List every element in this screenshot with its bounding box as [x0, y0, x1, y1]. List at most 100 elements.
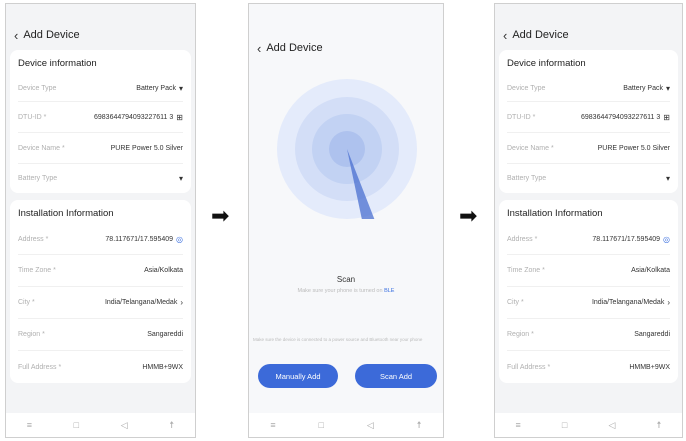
dtu-id-label: DTU-ID *: [507, 113, 536, 121]
menu-icon[interactable]: ≡: [270, 420, 275, 430]
back-nav-icon[interactable]: ◁: [608, 420, 615, 431]
page-title: Add Device: [266, 42, 323, 54]
battery-type-row[interactable]: Battery Type ▾: [507, 164, 670, 193]
full-address-label: Full Address *: [18, 363, 62, 371]
device-type-label: Device Type: [18, 84, 57, 92]
city-label: City *: [18, 299, 35, 306]
city-row[interactable]: City * India/Telangana/Medak ›: [507, 287, 670, 319]
address-value: 78.117671/17.595409: [105, 236, 174, 243]
device-type-row[interactable]: Device Type Battery Pack ▾: [18, 75, 183, 102]
back-icon[interactable]: ‹: [503, 28, 507, 43]
person-icon[interactable]: ☨: [657, 420, 662, 431]
device-name-label: Device Name *: [18, 144, 65, 152]
region-value: Sangareddi: [634, 331, 670, 338]
device-type-value: Battery Pack: [623, 84, 663, 92]
app-header: ‹ Add Device: [495, 20, 682, 50]
section-title: Device information: [18, 58, 97, 69]
battery-type-row[interactable]: Battery Type ▾: [18, 164, 183, 193]
flow-arrow-icon: ➡: [459, 203, 478, 228]
menu-icon[interactable]: ≡: [27, 420, 32, 430]
region-label: Region *: [507, 331, 534, 338]
address-row[interactable]: Address * 78.117671/17.595409 ◎: [507, 225, 670, 255]
time-zone-label: Time Zone *: [507, 267, 545, 274]
dtu-id-row[interactable]: DTU-ID * 6983644794093227611 3 ⊞: [18, 102, 183, 133]
device-information-card: Device information Device Type Battery P…: [499, 50, 678, 193]
region-row[interactable]: Region * Sangareddi: [18, 319, 183, 351]
system-nav-bar: ≡ □ ◁ ☨: [249, 413, 443, 437]
installation-information-card: Installation Information Address * 78.11…: [10, 200, 191, 383]
phone-screen-scan: ‹ Add Device Scan Make sure your phone i…: [248, 3, 444, 438]
address-row[interactable]: Address * 78.117671/17.595409 ◎: [18, 225, 183, 255]
dtu-id-label: DTU-ID *: [18, 113, 47, 121]
chevron-right-icon[interactable]: ›: [180, 298, 183, 307]
scan-label: Scan: [336, 275, 356, 284]
device-name-row[interactable]: Device Name * PURE Power 5.0 Silver: [507, 133, 670, 164]
back-icon[interactable]: ‹: [257, 41, 261, 56]
full-address-row[interactable]: Full Address * HMMB+9WX: [507, 351, 670, 383]
device-type-row[interactable]: Device Type Battery Pack ▾: [507, 75, 670, 102]
ble-link[interactable]: BLE: [384, 288, 394, 294]
dtu-id-value: 6983644794093227611 3: [581, 113, 661, 121]
manually-add-button[interactable]: Manually Add: [258, 364, 338, 388]
phone-screen-device-form: ‹ Add Device Device information Device T…: [5, 3, 196, 438]
status-bar: [6, 4, 195, 20]
battery-type-label: Battery Type: [18, 175, 58, 182]
home-icon[interactable]: □: [319, 420, 324, 430]
address-value: 78.117671/17.595409: [592, 236, 661, 243]
back-nav-icon[interactable]: ◁: [121, 420, 128, 431]
system-nav-bar: ≡ □ ◁ ☨: [6, 413, 195, 437]
device-name-value: PURE Power 5.0 Silver: [597, 144, 670, 152]
full-address-value: HMMB+9WX: [629, 363, 670, 371]
dtu-id-value: 6983644794093227611 3: [94, 113, 174, 121]
dropdown-icon[interactable]: ▾: [179, 174, 183, 183]
person-icon[interactable]: ☨: [169, 420, 174, 431]
address-label: Address *: [507, 236, 538, 243]
flow-arrow-icon: ➡: [211, 203, 230, 228]
time-zone-value: Asia/Kolkata: [631, 267, 670, 274]
time-zone-label: Time Zone *: [18, 267, 56, 274]
device-type-label: Device Type: [507, 84, 546, 92]
location-icon[interactable]: ◎: [176, 235, 183, 244]
time-zone-row[interactable]: Time Zone * Asia/Kolkata: [18, 255, 183, 287]
device-type-value: Battery Pack: [136, 84, 176, 92]
system-nav-bar: ≡ □ ◁ ☨: [495, 413, 682, 437]
scan-hint: Make sure your phone is turned on BLE: [249, 288, 443, 294]
address-label: Address *: [18, 236, 49, 243]
scan-add-button[interactable]: Scan Add: [355, 364, 437, 388]
city-value: India/Telangana/Medak: [591, 299, 665, 306]
person-icon[interactable]: ☨: [417, 420, 422, 431]
device-name-row[interactable]: Device Name * PURE Power 5.0 Silver: [18, 133, 183, 164]
battery-type-label: Battery Type: [507, 175, 547, 182]
back-nav-icon[interactable]: ◁: [367, 420, 374, 431]
section-title: Installation Information: [18, 208, 114, 219]
dropdown-icon[interactable]: ▾: [666, 174, 670, 183]
full-address-row[interactable]: Full Address * HMMB+9WX: [18, 351, 183, 383]
device-information-card: Device information Device Type Battery P…: [10, 50, 191, 193]
dtu-id-row[interactable]: DTU-ID * 6983644794093227611 3 ⊞: [507, 102, 670, 133]
home-icon[interactable]: □: [562, 420, 567, 430]
time-zone-value: Asia/Kolkata: [144, 267, 183, 274]
status-bar: [495, 4, 682, 20]
scan-code-icon[interactable]: ⊞: [663, 113, 670, 122]
dropdown-icon[interactable]: ▾: [179, 84, 183, 93]
app-header: ‹ Add Device: [249, 33, 443, 63]
menu-icon[interactable]: ≡: [516, 420, 521, 430]
region-label: Region *: [18, 331, 45, 338]
status-bar: [249, 4, 443, 20]
radar-scan-animation: [277, 79, 417, 219]
time-zone-row[interactable]: Time Zone * Asia/Kolkata: [507, 255, 670, 287]
scan-code-icon[interactable]: ⊞: [176, 113, 183, 122]
full-address-label: Full Address *: [507, 363, 551, 371]
region-row[interactable]: Region * Sangareddi: [507, 319, 670, 351]
page-title: Add Device: [512, 29, 569, 41]
home-icon[interactable]: □: [74, 420, 79, 430]
chevron-right-icon[interactable]: ›: [667, 298, 670, 307]
location-icon[interactable]: ◎: [663, 235, 670, 244]
dropdown-icon[interactable]: ▾: [666, 84, 670, 93]
device-name-value: PURE Power 5.0 Silver: [110, 144, 183, 152]
app-header: ‹ Add Device: [6, 20, 195, 50]
city-row[interactable]: City * India/Telangana/Medak ›: [18, 287, 183, 319]
region-value: Sangareddi: [147, 331, 183, 338]
page-title: Add Device: [23, 29, 80, 41]
back-icon[interactable]: ‹: [14, 28, 18, 43]
